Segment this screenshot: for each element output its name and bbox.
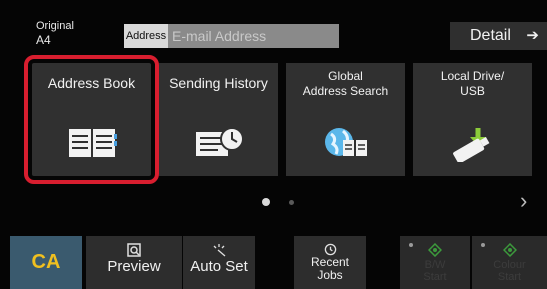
destination-tiles: Address Book Sending History Global Addr…	[0, 55, 547, 184]
colour-start-label: Colour Start	[493, 259, 526, 283]
colour-start-button[interactable]: Colour Start	[472, 236, 547, 289]
global-address-search-tile[interactable]: Global Address Search	[286, 63, 405, 176]
arrow-right-icon: ➔	[526, 27, 539, 44]
page-dot-active	[262, 198, 270, 206]
email-address-input[interactable]	[172, 24, 335, 48]
sending-history-tile[interactable]: Sending History	[159, 63, 278, 176]
address-book-tile[interactable]: Address Book	[24, 55, 159, 184]
recent-jobs-button[interactable]: Recent Jobs	[294, 236, 366, 289]
detail-label: Detail	[470, 27, 511, 44]
usb-drive-icon	[448, 126, 498, 167]
start-diamond-icon	[502, 243, 517, 257]
start-diamond-icon	[428, 243, 442, 257]
bottom-bar: CA Preview Auto Set Recent Jobs B/W Star…	[0, 232, 547, 289]
tile-label: Global Address Search	[302, 69, 389, 98]
tile-label: Sending History	[169, 75, 268, 91]
global-address-search-icon	[321, 126, 371, 167]
indicator-led	[409, 243, 413, 247]
bw-start-button[interactable]: B/W Start	[400, 236, 470, 289]
preview-button[interactable]: Preview	[86, 236, 182, 289]
chevron-right-icon[interactable]: ›	[520, 188, 527, 214]
recent-jobs-label: Recent Jobs	[310, 255, 350, 282]
original-label: Original	[36, 20, 74, 32]
page-indicator: ›	[0, 184, 547, 220]
scan-to-email-screen: Original A4 Address Detail ➔ Address Boo…	[0, 0, 547, 289]
bw-start-label: B/W Start	[423, 259, 447, 283]
top-bar: Original A4 Address Detail ➔	[0, 0, 547, 56]
sending-history-icon	[194, 126, 244, 165]
preview-label: Preview	[107, 258, 161, 275]
page-dot-inactive[interactable]	[289, 200, 294, 205]
clear-all-button[interactable]: CA	[10, 236, 82, 289]
detail-button[interactable]: Detail ➔	[450, 22, 547, 50]
address-book-icon	[67, 126, 117, 165]
local-drive-usb-tile[interactable]: Local Drive/ USB	[413, 63, 532, 176]
indicator-led	[481, 243, 485, 247]
tile-label: Address Book	[47, 75, 136, 91]
auto-set-button[interactable]: Auto Set	[183, 236, 255, 289]
tile-label: Local Drive/ USB	[440, 69, 505, 98]
preview-icon	[127, 243, 141, 257]
auto-set-icon	[213, 244, 226, 257]
original-size: A4	[36, 33, 51, 47]
auto-set-label: Auto Set	[190, 258, 248, 275]
address-field[interactable]: Address	[124, 24, 339, 48]
address-tag: Address	[124, 24, 168, 48]
